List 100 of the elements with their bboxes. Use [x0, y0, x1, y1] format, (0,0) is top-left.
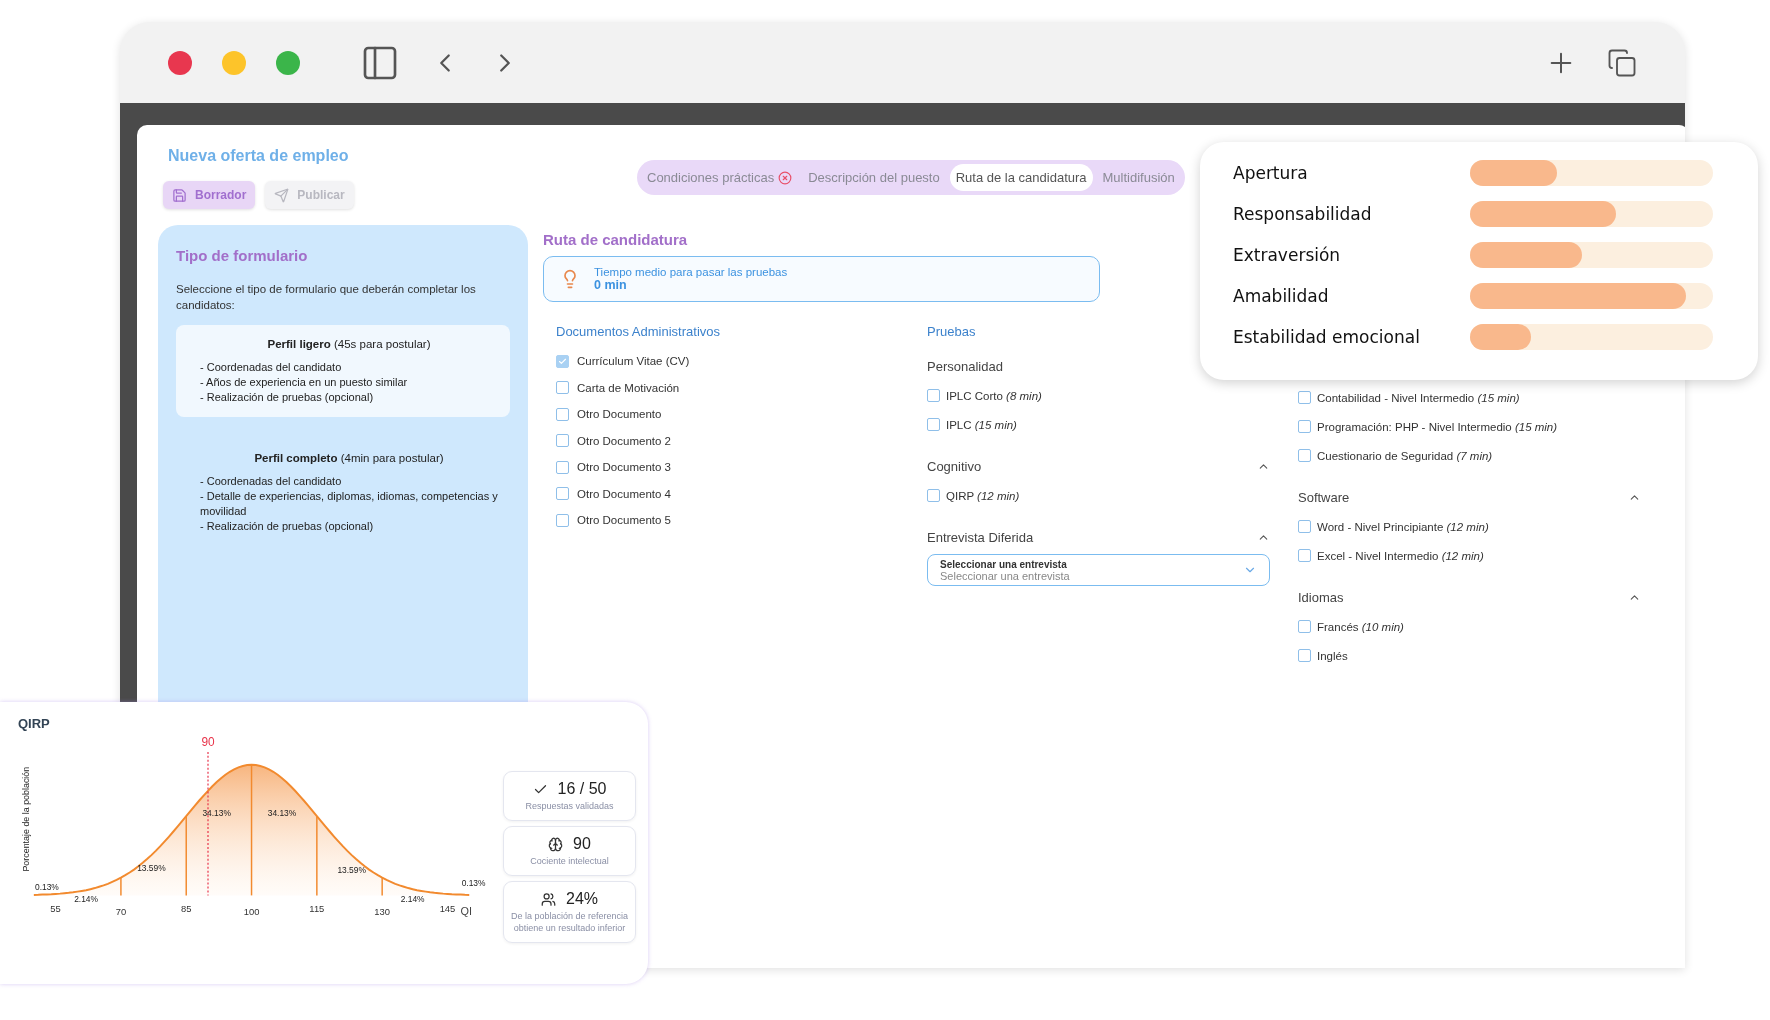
- checkbox[interactable]: [1298, 391, 1311, 404]
- option-item: - Años de experiencia en un puesto similar: [200, 375, 409, 390]
- profile-option[interactable]: Perfil ligero (45s para postular) - Coordenadas del candidato - Años de experiencia en un puesto similar - Realización de pruebas (opcional): [176, 325, 510, 417]
- tab[interactable]: Multidifusión: [1096, 164, 1181, 191]
- checkbox[interactable]: [556, 487, 569, 501]
- checkbox[interactable]: [556, 354, 569, 368]
- people-icon: [541, 891, 556, 907]
- option-item: - Detalle de experiencias, diplomas, idiomas, competencias y movilidad: [200, 489, 498, 519]
- tab[interactable]: Ruta de la candidatura: [949, 164, 1093, 191]
- save-icon: [172, 187, 187, 203]
- document-label: Carta de Motivación: [577, 381, 680, 394]
- checkbox[interactable]: [1298, 520, 1311, 533]
- test-label: IPLC (15 min): [946, 418, 1017, 431]
- checkbox[interactable]: [927, 389, 940, 402]
- axis-tick: 145: [439, 903, 456, 915]
- tab[interactable]: Condiciones prácticas: [641, 164, 799, 191]
- section-title: Ruta de candidatura: [543, 231, 688, 248]
- axis-tick: 130: [374, 906, 390, 918]
- axis-tick: 70: [115, 906, 127, 918]
- trait-name: Apertura: [1233, 163, 1309, 183]
- option-item: - Coordenadas del candidato: [200, 474, 343, 489]
- segment-percent: 0.13%: [461, 878, 486, 889]
- page-title: Nueva oferta de empleo: [168, 147, 350, 165]
- minimize-button[interactable]: [222, 50, 246, 75]
- test-label: Excel - Nivel Intermedio (12 min): [1317, 549, 1484, 562]
- checkbox[interactable]: [556, 513, 569, 527]
- segment-percent: 34.13%: [202, 808, 231, 819]
- test-label: Contabilidad - Nivel Intermedio (15 min): [1317, 391, 1520, 404]
- brain-icon: [548, 836, 564, 852]
- profile-option[interactable]: Perfil completo (4min para postular) - Coordenadas del candidato - Detalle de experiencias, diplomas, idiomas, competencias y movilidad - Realización de pruebas (opcional): [176, 439, 510, 546]
- test-label: Programación: PHP - Nivel Intermedio (15 min): [1317, 420, 1558, 433]
- segment-percent: 34.13%: [267, 808, 297, 819]
- stat-value: 90: [573, 835, 591, 853]
- segment-percent: 13.59%: [137, 862, 166, 873]
- tab[interactable]: Descripción del puesto: [802, 164, 946, 191]
- select-placeholder: Seleccionar una entrevista: [940, 569, 1070, 582]
- trait-name: Estabilidad emocional: [1233, 327, 1421, 347]
- check-icon: [558, 356, 567, 366]
- checkbox[interactable]: [1298, 649, 1311, 662]
- axis-tick: 85: [181, 903, 192, 915]
- section-title: Software: [1298, 489, 1350, 505]
- draft-button[interactable]: Borrador: [163, 181, 256, 209]
- segment-percent: 0.13%: [34, 882, 59, 893]
- checkbox[interactable]: [1298, 420, 1311, 433]
- trait-name: Extraversión: [1233, 245, 1342, 265]
- score-marker-label: 90: [201, 734, 215, 749]
- option-item: - Realización de pruebas (opcional): [200, 390, 375, 405]
- select-label: Seleccionar una entrevista: [940, 558, 1068, 570]
- checkbox[interactable]: [927, 489, 940, 502]
- close-button[interactable]: [168, 50, 192, 75]
- section-title: Idiomas: [1298, 589, 1344, 605]
- checkbox[interactable]: [556, 407, 569, 421]
- send-icon: [274, 187, 290, 203]
- document-label: Otro Documento 3: [577, 461, 671, 474]
- section-title: Cognitivo: [927, 458, 982, 474]
- trait-name: Amabilidad: [1233, 286, 1330, 306]
- stat-caption: Respuestas validadas: [525, 800, 614, 812]
- interview-select[interactable]: Seleccionar una entrevista Seleccionar una entrevista: [927, 554, 1270, 586]
- test-label: Francés (10 min): [1317, 620, 1404, 633]
- stat-caption: De la población de referencia obtiene un resultado inferior: [510, 910, 629, 934]
- document-label: Otro Documento 5: [577, 514, 671, 527]
- axis-tick: 115: [309, 903, 325, 915]
- option-heading: Perfil completo (4min para postular): [253, 452, 445, 464]
- panel-title: Tipo de formulario: [176, 247, 309, 264]
- axis-label: QI: [460, 905, 473, 918]
- test-label: Word - Nivel Principiante (12 min): [1317, 520, 1489, 533]
- checkbox[interactable]: [556, 381, 569, 395]
- column-title: Documentos Administrativos: [556, 324, 721, 339]
- option-item: - Realización de pruebas (opcional): [200, 519, 375, 534]
- section-title: Personalidad: [927, 358, 1003, 374]
- checkbox[interactable]: [556, 460, 569, 474]
- copy-icon[interactable]: [1607, 47, 1637, 78]
- stat-caption: Cociente intelectual: [530, 855, 609, 867]
- stat-value: 24%: [566, 890, 598, 908]
- checkbox[interactable]: [1298, 549, 1311, 562]
- segment-percent: 2.14%: [400, 894, 425, 905]
- test-label: IPLC Corto (8 min): [946, 389, 1042, 402]
- maximize-button[interactable]: [276, 50, 300, 75]
- axis-label: Porcentaje de la población: [20, 766, 31, 872]
- test-label: QIRP (12 min): [946, 489, 1020, 502]
- trait-name: Responsabilidad: [1233, 204, 1373, 224]
- checkbox[interactable]: [1298, 620, 1311, 633]
- section-title: Entrevista Diferida: [927, 529, 1034, 545]
- document-label: Otro Documento 4: [577, 487, 671, 500]
- checkbox[interactable]: [927, 418, 940, 431]
- chart-title: QIRP: [18, 716, 51, 731]
- document-label: Otro Documento 2: [577, 434, 671, 447]
- document-label: Currículum Vitae (CV): [577, 355, 690, 368]
- document-label: Otro Documento: [577, 408, 662, 421]
- segment-percent: 13.59%: [337, 864, 366, 875]
- info-label: Tiempo medio para pasar las pruebas: [594, 266, 788, 278]
- option-item: - Coordenadas del candidato: [200, 360, 343, 375]
- axis-tick: 55: [50, 903, 61, 915]
- checkbox[interactable]: [1298, 449, 1311, 462]
- panel-description: Seleccione el tipo de formulario que deberán completar los candidatos:: [176, 282, 477, 313]
- axis-tick: 100: [243, 906, 260, 918]
- test-label: Cuestionario de Seguridad (7 min): [1317, 449, 1493, 462]
- checkbox[interactable]: [556, 434, 569, 448]
- segment-percent: 2.14%: [74, 894, 98, 905]
- stat-value: 16 / 50: [557, 780, 607, 798]
